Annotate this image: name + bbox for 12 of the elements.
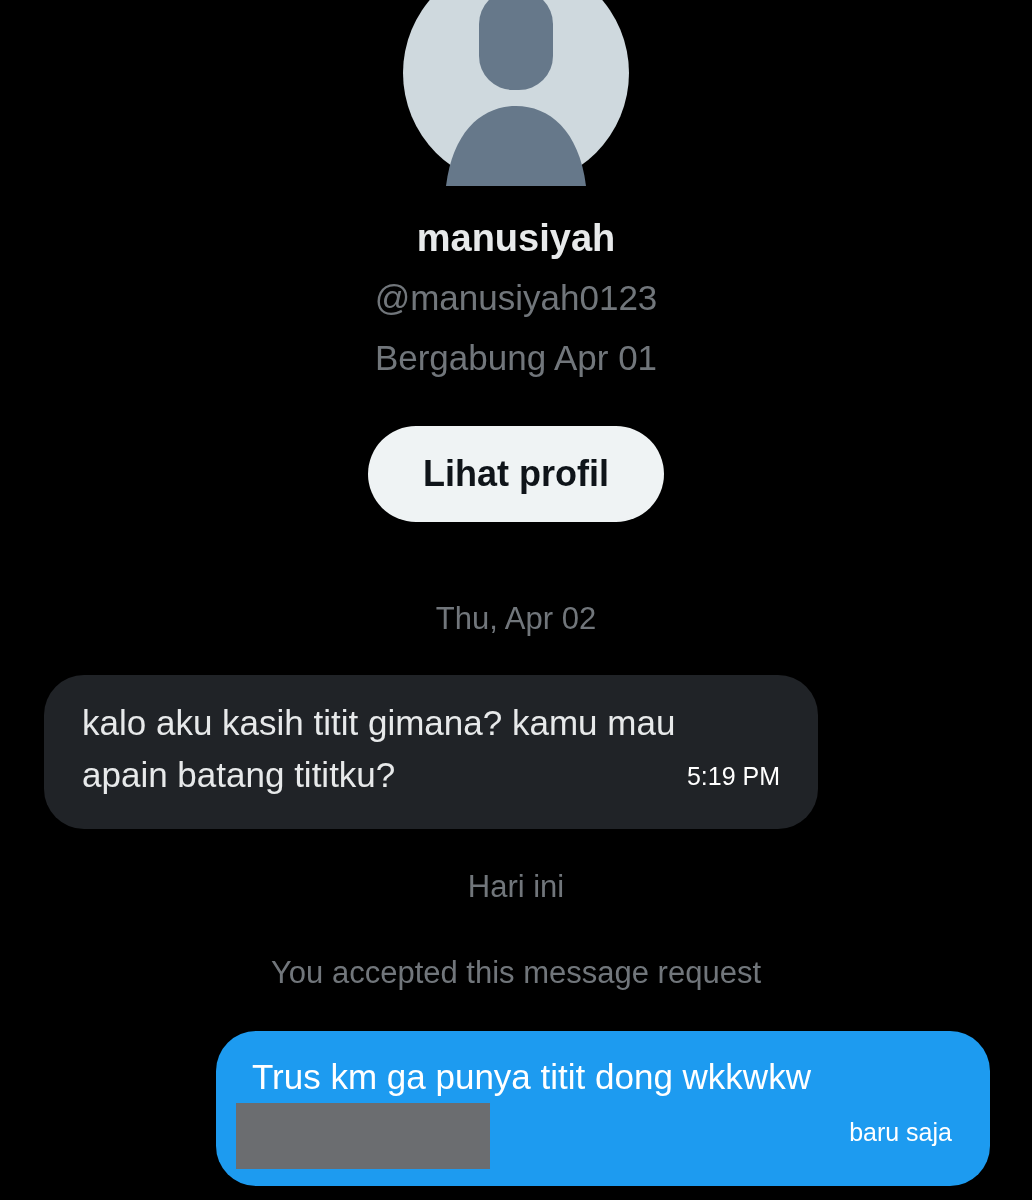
date-separator: Thu, Apr 02 <box>435 600 597 638</box>
avatar-icon <box>403 0 629 186</box>
message-text: Trus km ga punya titit dong wkkwkw <box>252 1056 812 1098</box>
profile-handle: @manusiyah0123 <box>374 277 658 319</box>
message-time: baru saja <box>849 1118 952 1147</box>
profile-name: manusiyah <box>416 216 616 261</box>
message-text: kalo aku kasih titit gimana? kamu mau apain batang tititku? <box>82 702 677 796</box>
joined-date: Bergabung Apr 01 <box>374 337 658 379</box>
date-separator: Hari ini <box>467 868 565 906</box>
view-profile-button[interactable]: Lihat profil <box>368 426 664 522</box>
message-time: 5:19 PM <box>686 762 780 791</box>
notice-text: You accepted this message request <box>271 954 761 992</box>
